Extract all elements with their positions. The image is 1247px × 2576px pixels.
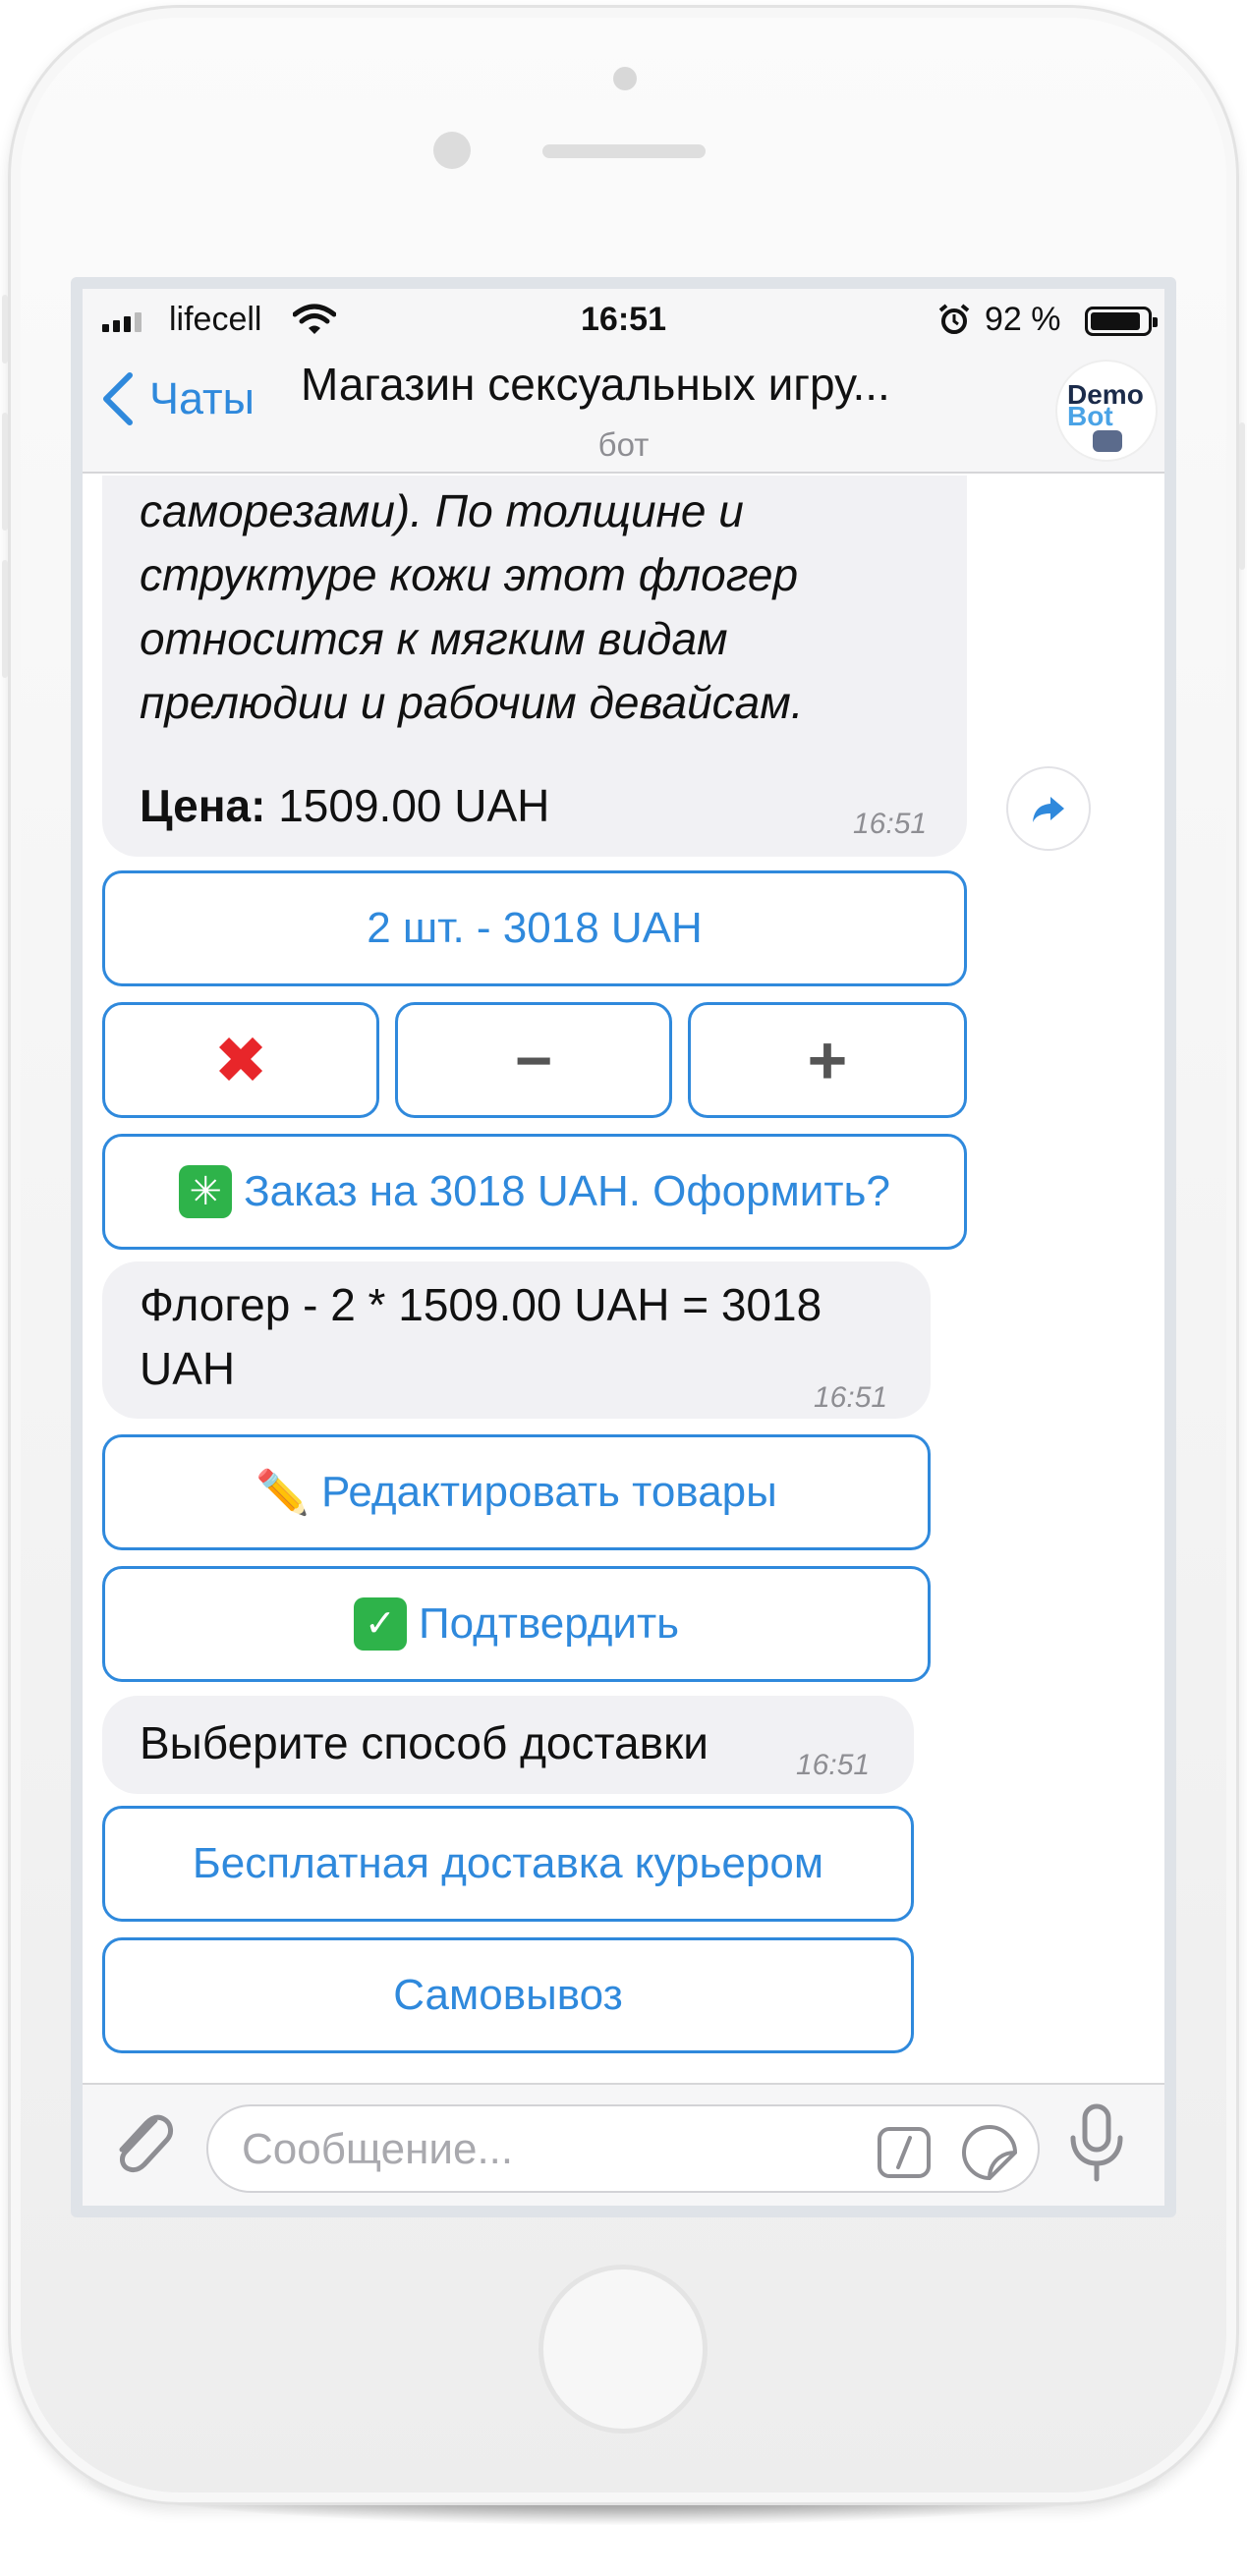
quantity-button[interactable]: 2 шт. - 3018 UAH [102,870,967,986]
power-button [1239,422,1245,570]
alarm-icon [938,304,970,334]
minus-icon: − [514,1024,553,1096]
message-input[interactable] [242,2120,831,2179]
delivery-prompt: Выберите способ доставки [140,1717,709,1768]
proximity-sensor [613,67,637,90]
decrease-quantity-button[interactable]: − [395,1002,672,1118]
home-button[interactable] [538,2265,708,2434]
message-time: 16:51 [814,1381,888,1414]
remove-icon: ✖ [213,1023,268,1096]
back-button[interactable]: Чаты [98,369,255,428]
remove-item-button[interactable]: ✖ [102,1002,379,1118]
confirm-button[interactable]: ✓ Подтвердить [102,1566,931,1682]
chat-title[interactable]: Магазин сексуальных игру... [301,358,979,411]
share-icon [1033,797,1064,822]
message-time: 16:51 [853,808,928,840]
slash-command-icon[interactable] [877,2126,932,2179]
courier-delivery-button[interactable]: Бесплатная доставка курьером [102,1806,914,1922]
pencil-icon: ✏️ [255,1469,311,1517]
phone-screen: lifecell 16:51 92 % Чаты Магазин сексуал… [71,277,1176,2217]
robot-icon [1093,430,1122,452]
checkout-order-button[interactable]: ✳ Заказ на 3018 UAH. Оформить? [102,1134,967,1250]
bot-avatar[interactable]: Demo Bot [1055,360,1158,462]
paperclip-icon[interactable] [108,2106,177,2181]
sticker-icon[interactable] [961,2124,1018,2181]
status-bar: lifecell 16:51 92 % [83,289,1164,348]
pickup-button[interactable]: Самовывоз [102,1937,914,2053]
volume-down-button [2,560,8,678]
message-field[interactable] [206,2104,1040,2193]
message-list: саморезами). По толщине и структуре кожи… [83,476,1164,2081]
front-camera [433,132,471,169]
mute-switch [2,295,8,364]
chat-header: Чаты Магазин сексуальных игру... бот Dem… [83,348,1164,474]
product-price: Цена: 1509.00 UAH [140,780,550,831]
edit-items-button[interactable]: ✏️ Редактировать товары [102,1434,931,1550]
message-bubble-product: саморезами). По толщине и структуре кожи… [102,476,967,857]
chat-subtitle: бот [597,426,650,463]
message-bubble-summary: Флогер - 2 * 1509.00 UAH = 3018 UAH 16:5… [102,1261,931,1419]
plus-icon: + [807,1022,848,1098]
battery-percent: 92 % [985,301,1061,338]
message-input-bar [83,2083,1164,2206]
product-description: саморезами). По толщине и структуре кожи… [140,485,804,728]
back-label: Чаты [149,373,255,423]
order-sparkle-icon: ✳ [179,1165,233,1218]
message-time: 16:51 [796,1749,871,1781]
avatar-text-bot: Bot [1067,401,1113,431]
share-button[interactable] [1006,766,1091,851]
microphone-icon[interactable] [1065,2102,1128,2185]
back-chevron-icon [103,372,133,425]
volume-up-button [2,413,8,531]
increase-quantity-button[interactable]: + [688,1002,967,1118]
battery-icon [1085,307,1158,336]
summary-text: Флогер - 2 * 1509.00 UAH = 3018 UAH [140,1279,822,1394]
earpiece-speaker [542,144,706,158]
checkmark-icon: ✓ [353,1597,407,1651]
message-bubble-delivery: Выберите способ доставки 16:51 [102,1696,914,1794]
